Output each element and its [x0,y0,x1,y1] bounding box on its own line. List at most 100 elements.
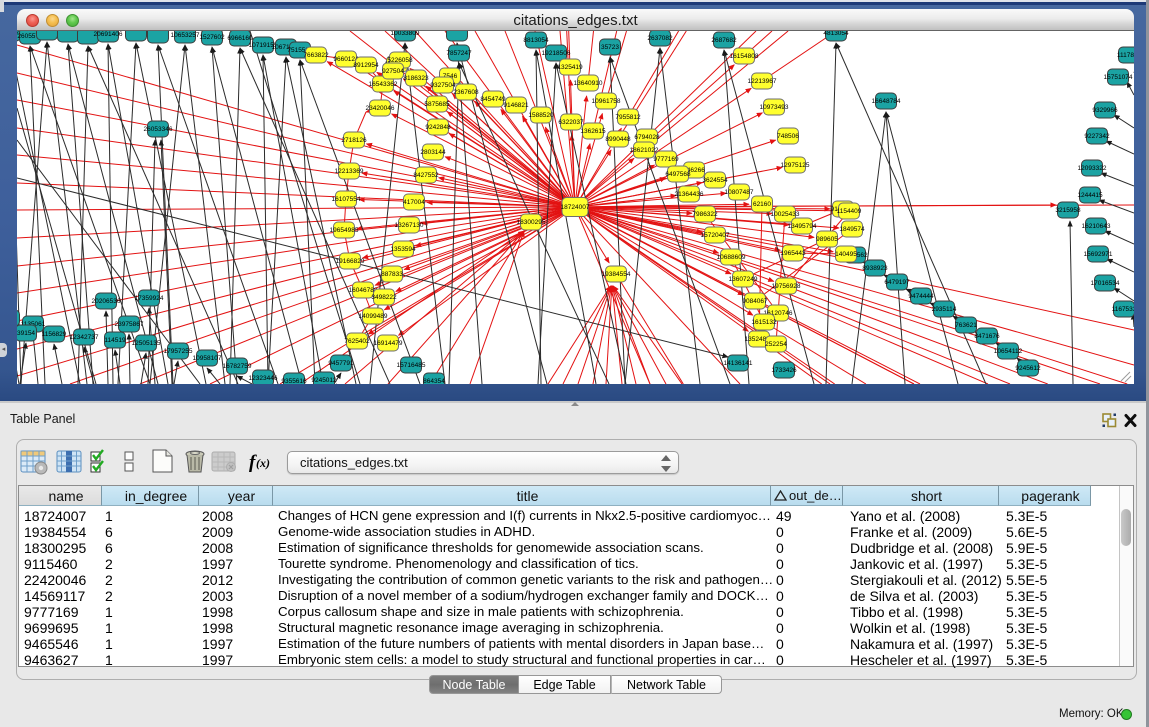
svg-text:1156829: 1156829 [42,331,67,338]
svg-text:10033809: 10033809 [391,31,420,37]
svg-text:4813054: 4813054 [823,31,849,37]
svg-text:19384554: 19384554 [602,271,631,278]
svg-text:8990448: 8990448 [605,136,631,143]
svg-text:20206536: 20206536 [92,298,121,305]
svg-text:1154409: 1154409 [837,208,862,215]
svg-text:12213369: 12213369 [335,168,364,175]
svg-text:6497568: 6497568 [665,171,691,178]
svg-text:16107554: 16107554 [332,196,361,203]
svg-text:417004: 417004 [403,199,425,206]
svg-text:1117896: 1117896 [1117,52,1134,59]
svg-text:1325419: 1325419 [557,64,583,71]
svg-text:1849574: 1849574 [839,226,865,233]
svg-text:8186323: 8186323 [403,75,429,82]
svg-text:7857247: 7857247 [446,50,472,57]
svg-text:12323446: 12323446 [249,375,278,382]
svg-text:15720407: 15720407 [701,232,730,239]
svg-text:35723: 35723 [601,44,619,51]
svg-text:12505135: 12505135 [132,340,161,347]
svg-text:6794028: 6794028 [634,134,660,141]
svg-text:7955812: 7955812 [615,114,641,121]
svg-text:864354: 864354 [423,378,445,384]
svg-text:9457791: 9457791 [328,360,354,367]
svg-text:9474444: 9474444 [908,293,934,300]
svg-text:12093322: 12093322 [1078,165,1107,172]
svg-text:3624554: 3624554 [702,177,728,184]
svg-text:1733426: 1733426 [771,367,797,374]
svg-text:1353594: 1353594 [390,246,416,253]
svg-text:13495794: 13495794 [788,223,817,230]
svg-text:20691406: 20691406 [94,31,123,38]
svg-text:19166829: 19166829 [336,258,365,265]
svg-text:17359924: 17359924 [135,295,164,302]
svg-text:2803144: 2803144 [420,149,446,156]
svg-text:8454749: 8454749 [480,96,506,103]
svg-text:9084067: 9084067 [742,298,768,305]
svg-text:10973493: 10973493 [760,104,789,111]
svg-text:140495: 140495 [835,251,857,258]
svg-text:13640910: 13640910 [574,80,603,87]
svg-text:8427552: 8427552 [413,172,439,179]
svg-text:15751074: 15751074 [1104,74,1133,81]
svg-text:17957255: 17957255 [164,348,193,355]
svg-text:10688609: 10688609 [717,254,746,261]
svg-text:16154808: 16154808 [730,53,759,60]
svg-text:13267130: 13267130 [395,222,424,229]
svg-text:8938923: 8938923 [862,265,888,272]
svg-text:9245012: 9245012 [311,377,337,384]
svg-text:2637082: 2637082 [647,35,673,42]
svg-text:19756928: 19756928 [772,283,801,290]
svg-text:114519: 114519 [104,337,126,344]
svg-text:2718126: 2718126 [341,137,367,144]
svg-text:1965443: 1965443 [780,250,806,257]
svg-text:9355616: 9355616 [281,378,307,384]
svg-text:15716485: 15716485 [397,362,426,369]
svg-text:7625402: 7625402 [344,338,370,345]
svg-text:3215958: 3215958 [1055,207,1081,214]
svg-text:17016534: 17016534 [1091,280,1120,287]
svg-text:13607249: 13607249 [729,276,758,283]
svg-text:14136141: 14136141 [724,360,753,367]
svg-text:2367608: 2367608 [453,89,479,96]
svg-text:8912954: 8912954 [353,62,379,69]
svg-text:8813054: 8813054 [523,37,549,44]
svg-text:10025433: 10025433 [771,211,800,218]
svg-text:15692971: 15692971 [1084,251,1113,258]
svg-text:14099489: 14099489 [359,313,388,320]
svg-text:1615132: 1615132 [751,319,777,326]
svg-text:18621022: 18621022 [630,147,659,154]
svg-text:252254: 252254 [765,341,787,348]
svg-text:12975125: 12975125 [781,162,810,169]
svg-text:16648784: 16648784 [872,98,901,105]
svg-text:7663822: 7663822 [303,52,329,59]
svg-text:(x): (x) [256,456,270,470]
svg-text:23420046: 23420046 [366,105,395,112]
svg-text:887833: 887833 [381,271,403,278]
svg-text:9227342: 9227342 [1084,133,1110,140]
svg-text:26053346: 26053346 [144,126,173,133]
svg-text:1588520: 1588520 [528,112,554,119]
svg-text:10807487: 10807487 [725,189,754,196]
svg-text:18724007: 18724007 [561,204,590,211]
svg-text:12213967: 12213967 [748,78,777,85]
svg-text:2935114: 2935114 [932,306,957,313]
svg-text:9242848: 9242848 [425,124,451,131]
svg-text:9327504: 9327504 [430,82,456,89]
svg-text:748506: 748506 [777,133,799,140]
svg-text:1527602: 1527602 [199,34,225,41]
svg-text:10961758: 10961758 [592,98,621,105]
svg-text:2687682: 2687682 [711,37,737,44]
svg-text:8471676: 8471676 [974,333,1000,340]
svg-text:16543362: 16543362 [369,81,398,88]
svg-text:763621: 763621 [955,322,977,329]
svg-text:23975867: 23975867 [115,321,144,328]
svg-text:6966160: 6966160 [227,35,253,42]
svg-text:1244415: 1244415 [1077,192,1103,199]
svg-text:10654112: 10654112 [994,348,1023,355]
svg-text:6322037: 6322037 [558,119,584,126]
svg-text:7986322: 7986322 [692,211,718,218]
svg-text:989605: 989605 [816,236,838,243]
svg-text:62160: 62160 [753,201,771,208]
svg-text:16210643: 16210643 [1082,223,1111,230]
svg-text:12342737: 12342737 [70,334,99,341]
